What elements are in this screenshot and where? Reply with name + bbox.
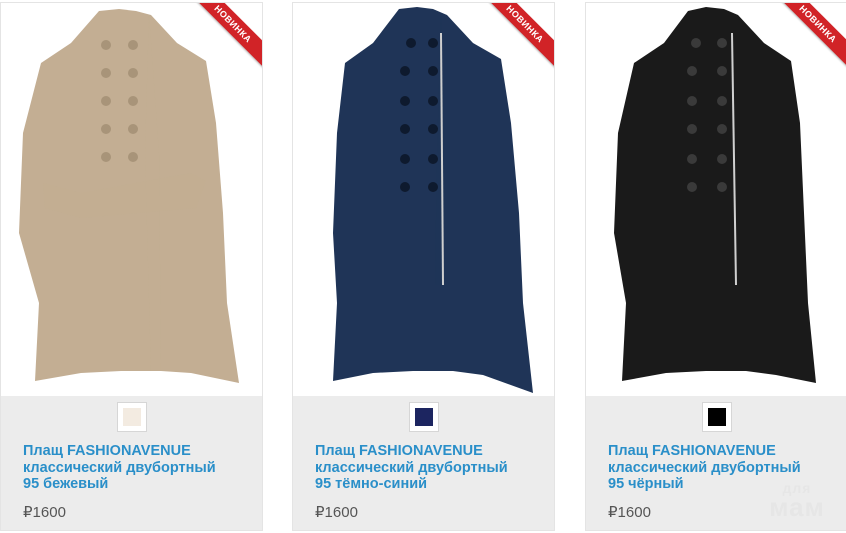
- product-title-line: Плащ FASHIONAVENUE: [23, 443, 191, 459]
- new-badge: НОВИНКА: [185, 3, 262, 82]
- color-swatch-button[interactable]: [409, 402, 439, 432]
- product-title-line: Плащ FASHIONAVENUE: [315, 443, 483, 459]
- watermark-bottom-text: мам: [769, 492, 825, 522]
- product-info: Плащ FASHIONAVENUE классический двубортн…: [293, 396, 554, 530]
- new-badge-label: НОВИНКА: [185, 3, 262, 73]
- product-image[interactable]: НОВИНКА: [293, 3, 554, 396]
- color-swatch: [415, 408, 433, 426]
- color-swatch: [123, 408, 141, 426]
- color-swatch-button[interactable]: [702, 402, 732, 432]
- color-swatch-button[interactable]: [117, 402, 147, 432]
- color-swatch: [708, 408, 726, 426]
- site-watermark-logo: для мам: [757, 481, 837, 522]
- product-price: ₽1600: [315, 504, 358, 521]
- product-price: ₽1600: [23, 504, 66, 521]
- product-title-line: классический двубортный: [23, 459, 216, 476]
- new-badge-label: НОВИНКА: [770, 3, 846, 73]
- product-image[interactable]: НОВИНКА: [1, 3, 262, 396]
- product-title-line: классический двубортный: [608, 459, 801, 476]
- product-card[interactable]: НОВИНКА Плащ FASHIONAVENUE классический …: [585, 2, 846, 531]
- product-title-line: 95 тёмно-синий: [315, 476, 428, 492]
- product-title-line: классический двубортный: [315, 459, 508, 476]
- new-badge-label: НОВИНКА: [477, 3, 554, 73]
- product-title-line: 95 бежевый: [23, 476, 109, 492]
- product-title-link[interactable]: Плащ FASHIONAVENUE классический двубортн…: [315, 443, 550, 493]
- product-info: Плащ FASHIONAVENUE классический двубортн…: [1, 396, 262, 530]
- product-title-line: Плащ FASHIONAVENUE: [608, 443, 776, 459]
- new-badge: НОВИНКА: [477, 3, 554, 82]
- product-price: ₽1600: [608, 504, 651, 521]
- product-card[interactable]: НОВИНКА Плащ FASHIONAVENUE классический …: [292, 2, 555, 531]
- product-card[interactable]: НОВИНКА Плащ FASHIONAVENUE классический …: [0, 2, 263, 531]
- product-title-link[interactable]: Плащ FASHIONAVENUE классический двубортн…: [23, 443, 258, 493]
- new-badge: НОВИНКА: [770, 3, 846, 82]
- product-image[interactable]: НОВИНКА: [586, 3, 846, 396]
